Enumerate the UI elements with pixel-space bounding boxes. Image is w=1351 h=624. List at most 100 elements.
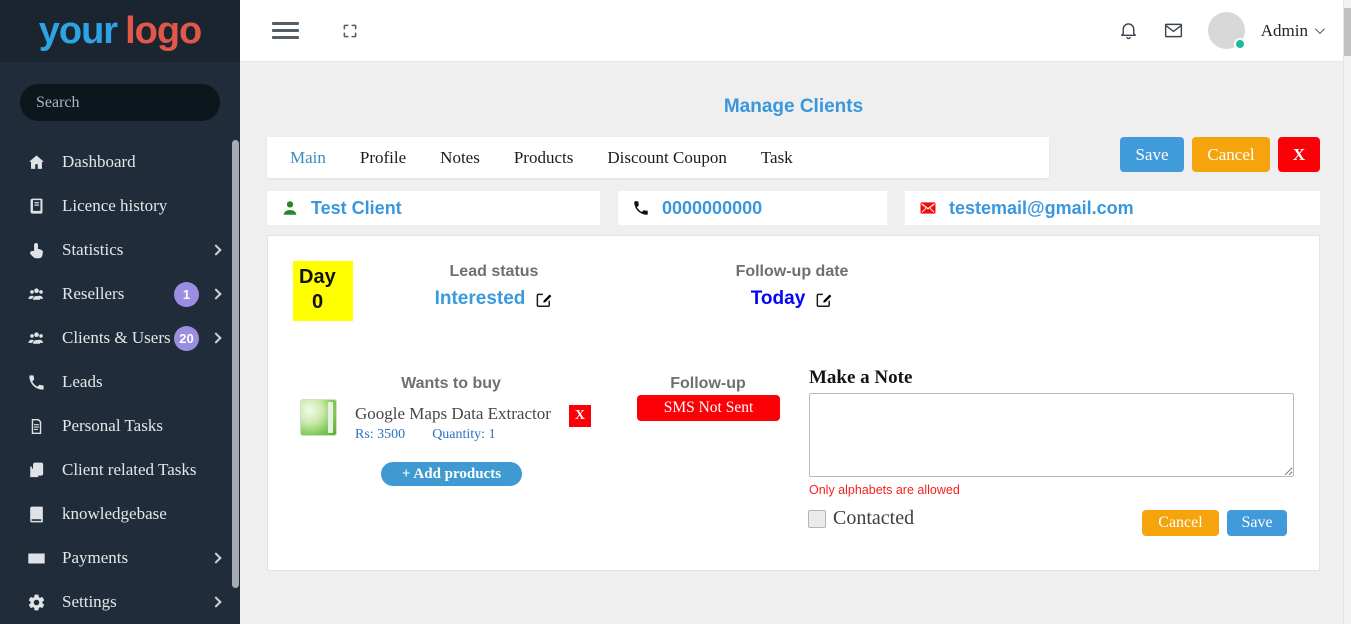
contacted-row: Contacted	[808, 507, 914, 530]
sms-status-badge: SMS Not Sent	[637, 395, 780, 421]
header-actions: Admin	[1118, 12, 1322, 49]
client-name-box[interactable]: Test Client	[267, 191, 600, 225]
online-status-dot	[1234, 38, 1246, 50]
user-menu[interactable]: Admin	[1261, 21, 1322, 41]
sidebar-item-client-related-tasks[interactable]: Client related Tasks	[0, 448, 240, 492]
product-item: Google Maps Data Extractor Rs: 3500 Quanti…	[300, 399, 591, 443]
tab-profile[interactable]: Profile	[343, 148, 423, 168]
day-counter: Day 0	[293, 261, 353, 321]
sidebar-item-knowledgebase[interactable]: knowledgebase	[0, 492, 240, 536]
toolbar-row: MainProfileNotesProductsDiscount CouponT…	[267, 137, 1320, 178]
client-email-box[interactable]: testemail@gmail.com	[905, 191, 1320, 225]
hand-point-icon	[26, 241, 47, 260]
phone-icon	[632, 199, 650, 217]
sidebar-item-label: Licence history	[62, 196, 167, 216]
tab-notes[interactable]: Notes	[423, 148, 497, 168]
sidebar-item-payments[interactable]: Payments	[0, 536, 240, 580]
day-label: Day	[299, 265, 353, 290]
sidebar-nav: Dashboard Licence history Statistics Resell…	[0, 140, 240, 624]
sidebar-item-label: Personal Tasks	[62, 416, 163, 436]
sidebar-item-label: Client related Tasks	[62, 460, 196, 480]
sidebar-item-licence-history[interactable]: Licence history	[0, 184, 240, 228]
count-badge: 20	[174, 326, 199, 351]
tab-bar: MainProfileNotesProductsDiscount CouponT…	[267, 137, 1049, 178]
followup-label: Follow-up	[670, 375, 746, 393]
sidebar-item-statistics[interactable]: Statistics	[0, 228, 240, 272]
sidebar-item-clients-users[interactable]: Clients & Users20	[0, 316, 240, 360]
make-note-label: Make a Note	[809, 367, 912, 389]
avatar[interactable]	[1208, 12, 1245, 49]
contacted-checkbox[interactable]	[808, 510, 826, 528]
copy-icon	[26, 461, 47, 480]
home-icon	[26, 153, 47, 172]
action-buttons: Save Cancel X	[1120, 137, 1320, 172]
bell-icon[interactable]	[1118, 20, 1139, 41]
client-phone-box[interactable]: 0000000000	[618, 191, 887, 225]
sidebar-item-label: Dashboard	[62, 152, 136, 172]
sidebar-item-label: Resellers	[62, 284, 124, 304]
money-bill-icon	[26, 549, 47, 568]
close-button[interactable]: X	[1278, 137, 1320, 172]
user-icon	[281, 199, 299, 217]
search-input[interactable]	[36, 94, 204, 112]
note-cancel-button[interactable]: Cancel	[1142, 510, 1219, 536]
chevron-right-icon	[210, 332, 221, 343]
users-icon	[26, 329, 47, 348]
app-logo[interactable]: yourlogo	[0, 0, 240, 62]
envelope-red-icon	[919, 199, 937, 217]
note-textarea[interactable]	[809, 393, 1294, 477]
followup-date-group: Follow-up date Today	[736, 263, 849, 310]
phone-icon	[26, 373, 47, 392]
fullscreen-icon[interactable]	[341, 22, 359, 40]
tab-products[interactable]: Products	[497, 148, 591, 168]
file-lines-icon	[26, 417, 47, 436]
followup-date-label: Follow-up date	[736, 263, 849, 281]
page-scrollbar[interactable]	[1343, 0, 1351, 624]
sidebar-item-settings[interactable]: Settings	[0, 580, 240, 624]
sidebar-item-personal-tasks[interactable]: Personal Tasks	[0, 404, 240, 448]
edit-followup-date-icon[interactable]	[814, 290, 833, 309]
contacted-label: Contacted	[833, 507, 914, 530]
envelope-icon[interactable]	[1163, 20, 1184, 41]
chevron-right-icon	[210, 596, 221, 607]
top-header: Admin	[240, 0, 1343, 62]
note-save-button[interactable]: Save	[1227, 510, 1287, 536]
sidebar-item-label: Statistics	[62, 240, 123, 260]
product-quantity: Quantity: 1	[432, 427, 495, 443]
client-email: testemail@gmail.com	[949, 198, 1134, 219]
add-products-button[interactable]: + Add products	[381, 462, 522, 486]
sidebar-search-box	[20, 84, 220, 121]
edit-lead-status-icon[interactable]	[534, 290, 553, 309]
save-button[interactable]: Save	[1120, 137, 1184, 172]
count-badge: 1	[174, 282, 199, 307]
tab-main[interactable]: Main	[273, 148, 343, 168]
note-validation-message: Only alphabets are allowed	[809, 483, 960, 497]
hamburger-menu-icon[interactable]	[272, 22, 299, 39]
page-scrollbar-thumb[interactable]	[1344, 8, 1351, 56]
book-lines-icon	[26, 197, 47, 216]
client-name: Test Client	[311, 198, 402, 219]
tab-discount-coupon[interactable]: Discount Coupon	[590, 148, 743, 168]
cancel-button[interactable]: Cancel	[1192, 137, 1270, 172]
client-phone: 0000000000	[662, 198, 762, 219]
product-thumbnail	[300, 399, 337, 436]
product-name: Google Maps Data Extractor	[355, 404, 551, 424]
sidebar-item-resellers[interactable]: Resellers 1	[0, 272, 240, 316]
product-price: Rs: 3500	[355, 427, 405, 443]
logo-text-your: your	[39, 10, 117, 53]
lead-status-label: Lead status	[435, 263, 554, 281]
gear-icon	[26, 593, 47, 612]
chevron-right-icon	[210, 244, 221, 255]
sidebar-item-label: Leads	[62, 372, 103, 392]
sidebar-item-label: Payments	[62, 548, 128, 568]
sidebar-item-dashboard[interactable]: Dashboard	[0, 140, 240, 184]
users-icon	[26, 285, 47, 304]
sidebar-item-label: knowledgebase	[62, 504, 167, 524]
sidebar-item-leads[interactable]: Leads	[0, 360, 240, 404]
chevron-down-icon	[1315, 24, 1325, 34]
tab-task[interactable]: Task	[744, 148, 810, 168]
sidebar-scrollbar[interactable]	[232, 140, 239, 588]
wants-to-buy-label: Wants to buy	[401, 375, 501, 393]
remove-product-button[interactable]: X	[569, 405, 591, 427]
chevron-right-icon	[210, 552, 221, 563]
